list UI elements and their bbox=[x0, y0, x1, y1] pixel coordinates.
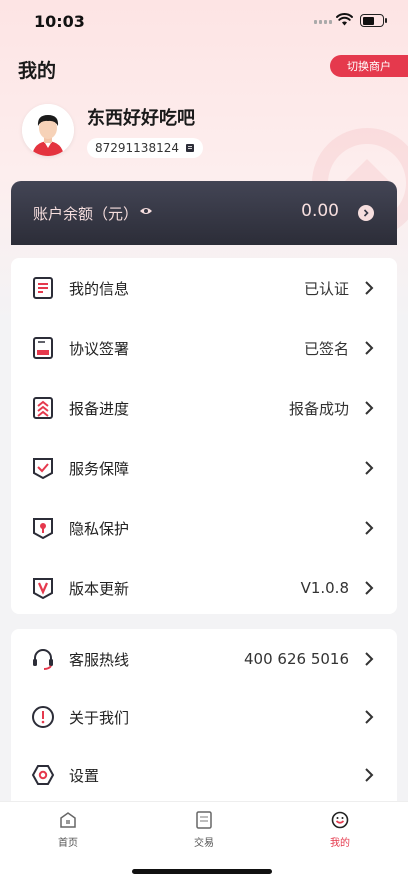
chevron-right-icon bbox=[365, 401, 374, 415]
status-time: 10:03 bbox=[34, 12, 85, 31]
tab-label: 首页 bbox=[58, 838, 78, 849]
cellular-signal-icon bbox=[314, 20, 332, 24]
balance-card[interactable]: 账户余额（元） 0.00 bbox=[11, 181, 397, 245]
avatar-image bbox=[22, 104, 74, 156]
menu-item-hotline[interactable]: 客服热线 400 626 5016 bbox=[11, 629, 397, 689]
status-bar: 10:03 bbox=[0, 0, 408, 44]
menu-item-version-update[interactable]: 版本更新 V1.0.8 bbox=[11, 558, 397, 618]
wifi-icon bbox=[336, 13, 353, 26]
menu-item-label: 我的信息 bbox=[69, 279, 130, 298]
chevron-right-icon[interactable] bbox=[358, 205, 374, 221]
chevron-right-icon bbox=[365, 341, 374, 355]
home-icon bbox=[60, 812, 76, 828]
menu-item-label: 设置 bbox=[69, 766, 100, 785]
profile-icon bbox=[331, 811, 349, 829]
menu-item-value: 报备成功 bbox=[288, 399, 349, 418]
menu-item-value: 400 626 5016 bbox=[244, 650, 349, 668]
menu-item-my-info[interactable]: 我的信息 已认证 bbox=[11, 258, 397, 318]
menu-item-label: 服务保障 bbox=[69, 459, 130, 478]
info-icon bbox=[32, 706, 54, 728]
tab-profile[interactable]: 我的 bbox=[300, 810, 380, 849]
user-name: 东西好好吃吧 bbox=[87, 108, 195, 129]
transaction-icon bbox=[196, 811, 212, 829]
tab-label: 我的 bbox=[330, 838, 350, 849]
menu-item-label: 客服热线 bbox=[69, 650, 130, 669]
switch-merchant-button[interactable]: 切换商户 bbox=[330, 55, 408, 77]
privacy-lock-icon bbox=[33, 518, 53, 540]
chevron-right-icon bbox=[365, 461, 374, 475]
menu-item-service-guarantee[interactable]: 服务保障 bbox=[11, 438, 397, 498]
user-id: 87291138124 bbox=[95, 141, 179, 155]
document-icon bbox=[33, 277, 53, 299]
settings-icon bbox=[31, 765, 55, 785]
home-indicator bbox=[132, 869, 272, 874]
balance-value: 0.00 bbox=[301, 201, 339, 221]
progress-icon bbox=[33, 397, 53, 419]
menu-item-privacy[interactable]: 隐私保护 bbox=[11, 498, 397, 558]
menu-item-value: V1.0.8 bbox=[300, 579, 349, 597]
shield-check-icon bbox=[33, 458, 53, 480]
chevron-right-icon bbox=[365, 710, 374, 724]
menu-item-about-us[interactable]: 关于我们 bbox=[11, 687, 397, 747]
tab-transactions[interactable]: 交易 bbox=[164, 810, 244, 849]
account-menu-card: 我的信息 已认证 协议签署 已签名 报备进度 报备成功 服务保障 隐私保护 版本… bbox=[11, 258, 397, 614]
eye-icon[interactable] bbox=[139, 206, 153, 216]
menu-item-settings[interactable]: 设置 bbox=[11, 745, 397, 805]
avatar[interactable] bbox=[22, 104, 74, 156]
menu-item-label: 协议签署 bbox=[69, 339, 130, 358]
chevron-right-icon bbox=[365, 521, 374, 535]
chevron-right-icon bbox=[365, 768, 374, 782]
support-menu-card: 客服热线 400 626 5016 关于我们 设置 bbox=[11, 629, 397, 801]
menu-item-label: 报备进度 bbox=[69, 399, 130, 418]
menu-item-agreement[interactable]: 协议签署 已签名 bbox=[11, 318, 397, 378]
chevron-right-icon bbox=[365, 281, 374, 295]
battery-icon bbox=[360, 14, 387, 27]
menu-item-filing-progress[interactable]: 报备进度 报备成功 bbox=[11, 378, 397, 438]
version-icon bbox=[33, 578, 53, 600]
menu-item-value: 已认证 bbox=[303, 279, 349, 298]
menu-item-value: 已签名 bbox=[303, 339, 349, 358]
chevron-right-icon bbox=[365, 652, 374, 666]
agreement-icon bbox=[33, 337, 53, 359]
tab-home[interactable]: 首页 bbox=[28, 810, 108, 849]
page-title: 我的 bbox=[18, 60, 57, 82]
headset-icon bbox=[33, 649, 53, 670]
tab-label: 交易 bbox=[194, 838, 214, 849]
balance-label: 账户余额（元） bbox=[33, 205, 139, 223]
menu-item-label: 版本更新 bbox=[69, 579, 130, 598]
menu-item-label: 隐私保护 bbox=[69, 519, 130, 538]
menu-item-label: 关于我们 bbox=[69, 708, 130, 727]
copy-icon[interactable] bbox=[185, 143, 195, 153]
chevron-right-icon bbox=[365, 581, 374, 595]
user-id-badge[interactable]: 87291138124 bbox=[87, 138, 203, 158]
